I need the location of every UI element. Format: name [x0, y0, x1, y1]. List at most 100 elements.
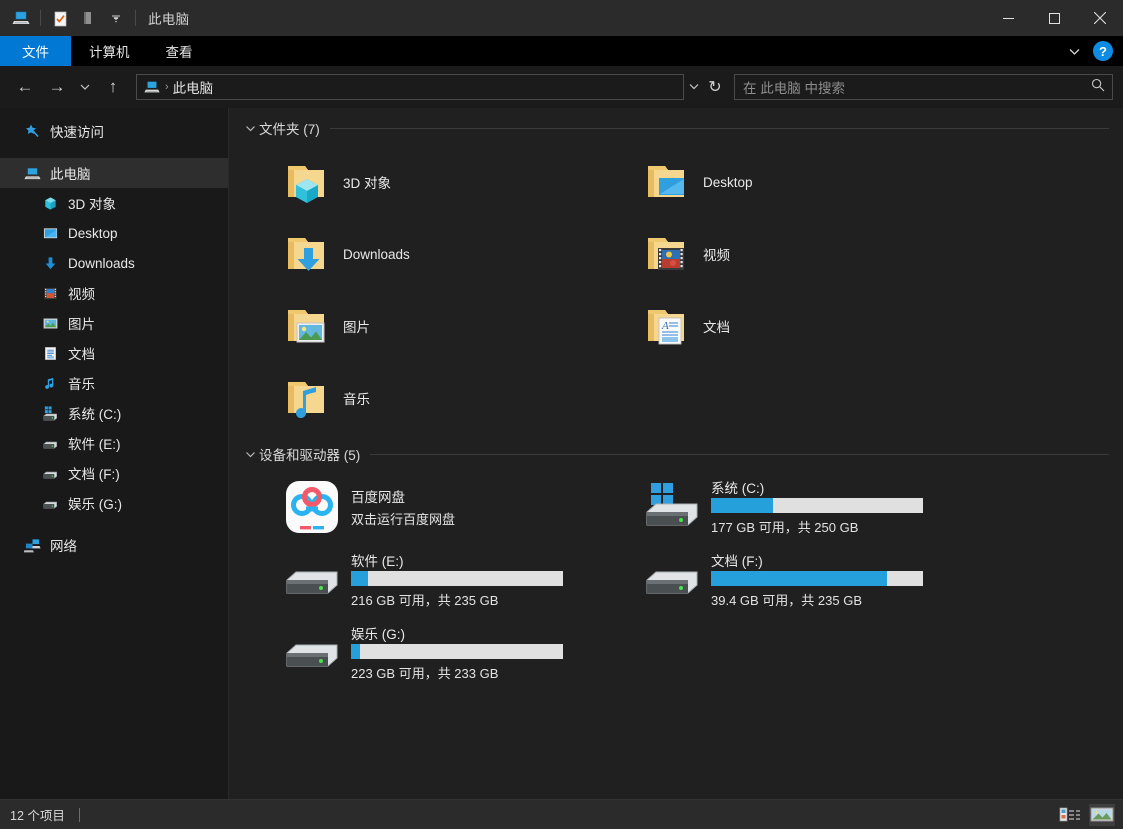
sidebar-item-drive-g[interactable]: 娱乐 (G:): [0, 488, 228, 518]
sidebar-item-documents[interactable]: 文档: [0, 338, 228, 368]
folder-item-label: 图片: [343, 320, 370, 335]
maximize-button[interactable]: [1031, 0, 1077, 36]
drive-info: 文档 (F:) 39.4 GB 可用，共 235 GB: [711, 550, 923, 609]
drive-item-c[interactable]: 系统 (C:) 177 GB 可用，共 250 GB: [601, 470, 961, 543]
capacity-bar-fill: [351, 571, 369, 586]
folder-item-documents[interactable]: A 文档: [601, 290, 961, 362]
sidebar-item-label: 网络: [50, 539, 77, 554]
folder-item-3d-objects[interactable]: 3D 对象: [241, 146, 601, 218]
sidebar-item-drive-e[interactable]: 软件 (E:): [0, 428, 228, 458]
windows-drive-icon: [641, 481, 703, 533]
address-path-box[interactable]: › 此电脑: [136, 74, 684, 100]
window-title: 此电脑: [148, 12, 190, 27]
sidebar-item-label: 系统 (C:): [68, 407, 122, 422]
status-divider: [78, 807, 80, 822]
network-icon: [22, 535, 42, 555]
sidebar-item-desktop[interactable]: Desktop: [0, 218, 228, 248]
large-icons-view-icon[interactable]: [1089, 803, 1115, 826]
close-button[interactable]: [1077, 0, 1123, 36]
chevron-down-icon[interactable]: [241, 123, 259, 134]
refresh-button[interactable]: ↻: [704, 74, 726, 100]
desktop-icon: [40, 223, 60, 243]
sidebar-item-pictures[interactable]: 图片: [0, 308, 228, 338]
folder-item-desktop[interactable]: Desktop: [601, 146, 961, 218]
tab-file[interactable]: 文件: [0, 36, 71, 66]
search-icon[interactable]: [1091, 78, 1105, 97]
drive-label: 软件 (E:): [351, 554, 404, 569]
group-header-devices[interactable]: 设备和驱动器 (5): [241, 440, 1123, 468]
folder-item-videos[interactable]: 视频: [601, 218, 961, 290]
folder-item-music[interactable]: 音乐: [241, 362, 601, 434]
sidebar-item-label: 此电脑: [50, 167, 91, 182]
drive-free-space: 216 GB 可用，共 235 GB: [351, 593, 499, 608]
folder-item-downloads[interactable]: Downloads: [241, 218, 601, 290]
explorer-body: 快速访问 此电脑 3D 对象 Desktop Downloads 视频 图片 文…: [0, 108, 1123, 799]
up-button[interactable]: ↑: [98, 72, 128, 102]
recent-locations-button[interactable]: [74, 72, 96, 102]
file-list-view[interactable]: 文件夹 (7) 3D 对象 Desktop Downloads 视频 图片 A …: [229, 108, 1123, 799]
computer-icon[interactable]: [8, 5, 34, 31]
device-item-baidu-netdisk[interactable]: 百度网盘 双击运行百度网盘: [241, 470, 601, 543]
properties-checkmark-icon[interactable]: [47, 5, 73, 31]
folder-desktop-icon: [641, 156, 693, 208]
sidebar-item-label: 快速访问: [50, 125, 104, 140]
forward-button[interactable]: →: [42, 72, 72, 102]
folder-downloads-icon: [281, 228, 333, 280]
group-divider: [329, 127, 1109, 129]
sidebar-item-quick-access[interactable]: 快速访问: [0, 116, 228, 146]
drive-info: 软件 (E:) 216 GB 可用，共 235 GB: [351, 550, 563, 609]
sidebar-item-label: 文档 (F:): [68, 467, 120, 482]
ribbon-tab-bar: 文件 计算机 查看 ?: [0, 36, 1123, 66]
tab-computer[interactable]: 计算机: [71, 36, 148, 66]
drive-item-f[interactable]: 文档 (F:) 39.4 GB 可用，共 235 GB: [601, 543, 961, 616]
folder-item-label: 音乐: [343, 392, 370, 407]
sidebar-item-label: Downloads: [68, 255, 135, 271]
folder-item-pictures[interactable]: 图片: [241, 290, 601, 362]
drive-free-space: 177 GB 可用，共 250 GB: [711, 520, 859, 535]
drive-label: 系统 (C:): [711, 481, 765, 496]
sidebar-item-3d-objects[interactable]: 3D 对象: [0, 188, 228, 218]
drive-info: 娱乐 (G:) 223 GB 可用，共 233 GB: [351, 623, 563, 682]
toolbar-divider: [40, 10, 41, 26]
sidebar-item-drive-c[interactable]: 系统 (C:): [0, 398, 228, 428]
back-button[interactable]: ←: [10, 72, 40, 102]
minimize-button[interactable]: [985, 0, 1031, 36]
new-folder-icon[interactable]: [75, 5, 101, 31]
drive-item-e[interactable]: 软件 (E:) 216 GB 可用，共 235 GB: [241, 543, 601, 616]
sidebar-item-label: Desktop: [68, 225, 118, 241]
sidebar-item-label: 软件 (E:): [68, 437, 121, 452]
details-view-icon[interactable]: [1057, 804, 1083, 826]
file-explorer-window: 此电脑 文件 计算机 查看 ? ← → ↑ › 此电脑 ↻ 在 此电脑 中搜索 …: [0, 0, 1123, 829]
video-filmstrip-icon: [40, 283, 60, 303]
tab-view[interactable]: 查看: [148, 36, 211, 66]
sidebar-item-this-pc[interactable]: 此电脑: [0, 158, 228, 188]
group-header-folders[interactable]: 文件夹 (7): [241, 114, 1123, 142]
breadcrumb-current: 此电脑: [172, 81, 214, 96]
drive-icon: [40, 493, 60, 513]
folders-grid: 3D 对象 Desktop Downloads 视频 图片 A 文档 音乐: [241, 142, 1123, 434]
drive-free-space: 39.4 GB 可用，共 235 GB: [711, 593, 863, 608]
sidebar-item-downloads[interactable]: Downloads: [0, 248, 228, 278]
help-button[interactable]: ?: [1093, 41, 1113, 61]
sidebar-item-network[interactable]: 网络: [0, 530, 228, 560]
address-dropdown-button[interactable]: [686, 80, 702, 95]
sidebar-item-music[interactable]: 音乐: [0, 368, 228, 398]
drive-item-g[interactable]: 娱乐 (G:) 223 GB 可用，共 233 GB: [241, 616, 601, 689]
chevron-down-icon[interactable]: [241, 449, 259, 460]
device-label: 百度网盘: [351, 489, 405, 505]
baidu-netdisk-icon: [281, 479, 343, 535]
chevron-down-icon[interactable]: [1063, 40, 1085, 62]
devices-grid: 百度网盘 双击运行百度网盘 系统 (C:) 177 GB 可用，共 250 GB…: [241, 468, 1123, 689]
search-input[interactable]: 在 此电脑 中搜索: [735, 77, 845, 97]
folder-item-label: Desktop: [703, 174, 753, 190]
drive-label: 文档 (F:): [711, 554, 763, 569]
sidebar-item-videos[interactable]: 视频: [0, 278, 228, 308]
customize-chevron-icon[interactable]: [103, 5, 129, 31]
item-count-label: 12 个项目: [10, 809, 65, 823]
folder-pictures-icon: [281, 300, 333, 352]
drive-info: 系统 (C:) 177 GB 可用，共 250 GB: [711, 477, 923, 536]
windows-drive-icon: [40, 403, 60, 423]
search-box[interactable]: 在 此电脑 中搜索: [734, 74, 1113, 100]
capacity-bar-fill: [711, 571, 888, 586]
sidebar-item-drive-f[interactable]: 文档 (F:): [0, 458, 228, 488]
